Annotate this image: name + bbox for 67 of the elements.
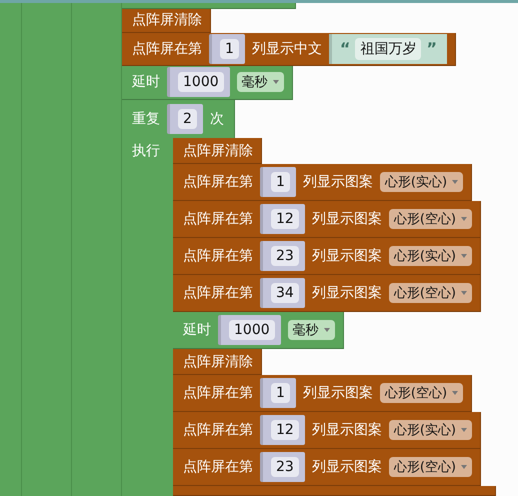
block[interactable]: 点阵屏清除 — [173, 138, 262, 164]
text-field[interactable]: 祖国万岁 — [355, 38, 422, 60]
caret-icon — [452, 180, 458, 184]
caret-icon — [460, 428, 467, 432]
block[interactable]: 点阵屏在第 34 列显示图案 心形(空心) — [173, 275, 481, 312]
block-label: 点阵屏在第 — [132, 40, 202, 58]
number-field[interactable]: 34 — [271, 283, 299, 304]
block-label: 列显示图案 — [312, 284, 382, 302]
block[interactable]: 点阵屏在第 12 列显示图案 心形(空心) — [173, 201, 481, 238]
pattern-dropdown[interactable]: 心形(空心) — [388, 209, 472, 230]
quote-mark: “ — [340, 39, 350, 58]
block-label: 点阵屏在第 — [183, 458, 253, 476]
number-field[interactable]: 1 — [271, 172, 290, 192]
block-label: 延时 — [183, 321, 211, 340]
block[interactable]: 点阵屏清除 — [173, 349, 262, 376]
block-label: 次 — [210, 110, 224, 128]
caret-icon — [460, 291, 467, 296]
block-label: 点阵屏在第 — [183, 384, 253, 402]
pattern-dropdown[interactable]: 心形(实心) — [388, 246, 472, 266]
block[interactable]: 延时 1000 毫秒 — [122, 66, 293, 100]
number-field[interactable]: 1 — [271, 383, 290, 404]
number-field[interactable]: 2 — [178, 109, 197, 130]
block[interactable]: 延时 1000 毫秒 — [173, 312, 344, 350]
block-label: 重复 — [132, 110, 160, 128]
caret-icon — [460, 465, 467, 470]
pattern-dropdown[interactable]: 心形(实心) — [380, 172, 464, 192]
block-label: 列显示图案 — [312, 421, 382, 440]
block-label: 列显示图案 — [312, 210, 382, 228]
block-label: 列显示图案 — [312, 247, 382, 266]
block[interactable]: 点阵屏在第 23 列显示图案 心形(空心) — [173, 449, 481, 486]
caret-icon — [272, 80, 279, 84]
number-field[interactable]: 23 — [271, 246, 299, 266]
caret-icon — [460, 217, 467, 222]
caret-icon — [324, 328, 330, 332]
number-field[interactable]: 1 — [220, 38, 239, 59]
number-field[interactable]: 1000 — [229, 320, 275, 340]
block-label: 点阵屏在第 — [183, 173, 253, 192]
block[interactable]: 点阵屏清除 — [122, 8, 211, 33]
quote-mark: ” — [426, 39, 437, 58]
block-label: 延时 — [132, 73, 160, 92]
number-field[interactable]: 1000 — [178, 72, 224, 92]
number-field[interactable]: 23 — [271, 457, 299, 478]
block[interactable]: 点阵屏在第 1 列显示中文 “ 祖国万岁 ” — [122, 32, 456, 66]
block-label: 执行 — [132, 143, 160, 160]
block[interactable]: 点阵屏在第 1 列显示图案 心形(实心) — [173, 164, 472, 202]
block-label: 点阵屏在第 — [183, 247, 253, 266]
number-field[interactable]: 12 — [271, 209, 299, 230]
pattern-dropdown[interactable]: 心形(实心) — [388, 420, 472, 440]
number-field[interactable]: 12 — [271, 420, 299, 440]
block-label: 列显示图案 — [302, 173, 373, 192]
unit-dropdown[interactable]: 毫秒 — [288, 320, 335, 340]
unit-dropdown[interactable]: 毫秒 — [236, 72, 284, 92]
caret-icon — [460, 254, 467, 258]
block[interactable]: 点阵屏在第 23 列显示图案 心形(实心) — [173, 238, 481, 276]
pattern-dropdown[interactable]: 心形(空心) — [388, 457, 472, 478]
block-label: 点阵屏在第 — [183, 421, 253, 440]
block-label: 列显示图案 — [302, 384, 373, 402]
block-label: 点阵屏在第 — [183, 284, 253, 302]
block-label: 列显示图案 — [312, 458, 382, 476]
caret-icon — [452, 391, 458, 396]
repeat-block[interactable]: 重复 2 次 — [122, 100, 235, 138]
block[interactable]: 点阵屏在第 1 列显示图案 心形(空心) — [173, 375, 472, 412]
pattern-dropdown[interactable]: 心形(空心) — [388, 283, 472, 304]
block[interactable]: 点阵屏在第 12 列显示图案 心形(实心) — [173, 412, 481, 450]
pattern-dropdown[interactable]: 心形(空心) — [380, 383, 464, 404]
block-label: 点阵屏在第 — [183, 210, 253, 228]
block-label: 列显示中文 — [252, 40, 322, 58]
